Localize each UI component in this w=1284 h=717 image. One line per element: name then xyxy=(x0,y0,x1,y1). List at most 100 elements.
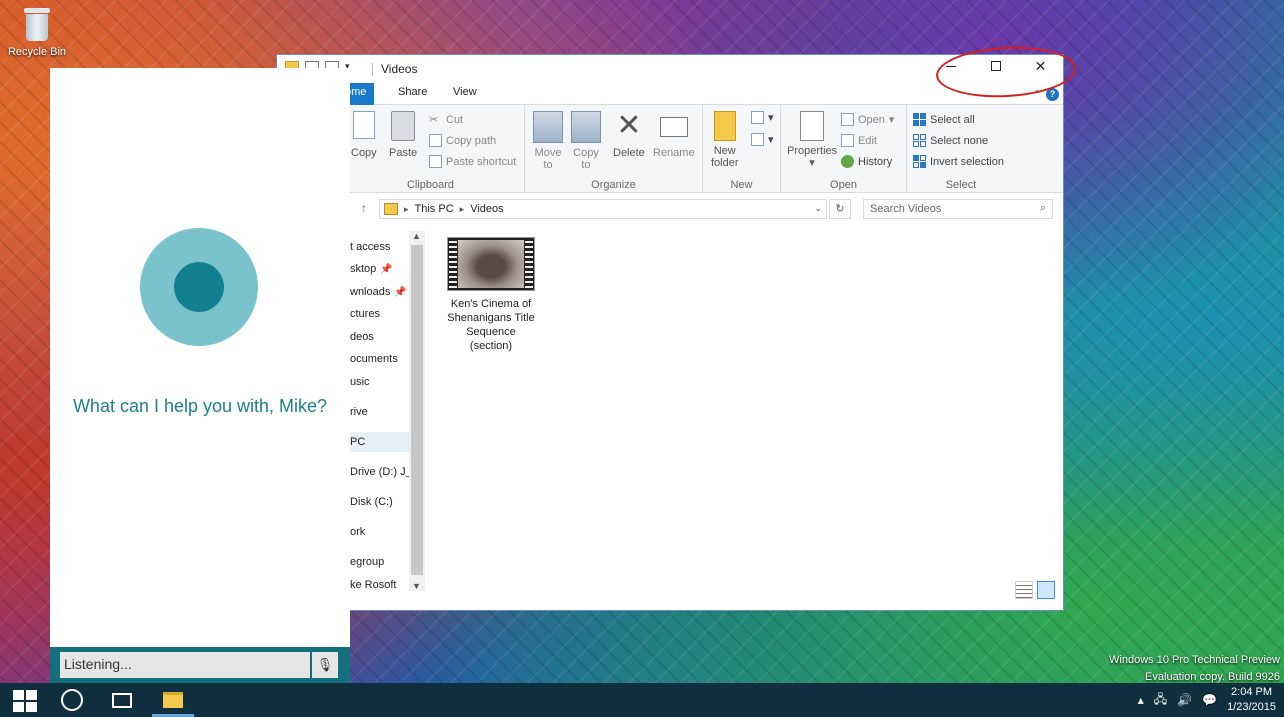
file-explorer-taskbar-icon[interactable] xyxy=(163,692,183,708)
invert-selection-icon xyxy=(913,155,926,168)
new-item-icon xyxy=(751,111,764,124)
edit-button[interactable]: Edit xyxy=(841,134,877,147)
pin-icon: 📌 xyxy=(394,287,407,298)
address-bar[interactable]: ▸ This PC ▸ Videos ⌄ xyxy=(379,199,827,219)
nav-documents[interactable]: ocuments xyxy=(350,353,398,365)
view-toggles xyxy=(1015,581,1055,599)
file-item[interactable]: Ken's Cinema of Shenanigans Title Sequen… xyxy=(443,237,539,353)
paste-shortcut-button[interactable]: Paste shortcut xyxy=(429,155,516,168)
delete-x-icon: ✕ xyxy=(616,109,642,142)
search-input[interactable]: Search Videos ⌕ xyxy=(863,199,1053,219)
copy-to-label-1: Copy xyxy=(573,147,599,159)
file-name-line: Shenanigans Title xyxy=(447,312,535,324)
notifications-icon[interactable]: 💬 xyxy=(1202,693,1217,707)
nav-user[interactable]: ke Rosoft xyxy=(350,579,396,591)
nav-scrollbar[interactable]: ▲ ▼ xyxy=(409,231,425,591)
recycle-bin[interactable]: Recycle Bin xyxy=(6,4,68,58)
select-all-button[interactable]: Select all xyxy=(913,113,975,126)
nav-desktop[interactable]: sktop 📌 xyxy=(350,263,393,275)
network-icon[interactable]: 🖧 xyxy=(1154,690,1167,711)
refresh-button[interactable]: ↻ xyxy=(829,199,851,219)
nav-pictures[interactable]: ctures xyxy=(350,308,380,320)
move-to-button[interactable]: Move to xyxy=(533,111,563,171)
invert-selection-button[interactable]: Invert selection xyxy=(913,155,1004,168)
breadcrumb-chevron-icon[interactable]: ▸ xyxy=(460,204,465,215)
history-label: History xyxy=(858,155,893,168)
address-dropdown-icon[interactable]: ⌄ xyxy=(814,203,822,214)
task-view-icon[interactable] xyxy=(112,693,132,708)
open-label: Open xyxy=(858,113,885,126)
cortana-input[interactable]: Listening... xyxy=(60,652,310,678)
tab-share[interactable]: Share xyxy=(398,86,427,98)
new-folder-label-2: folder xyxy=(711,157,739,169)
up-arrow-icon[interactable]: ↑ xyxy=(361,201,367,215)
paste-button[interactable]: Paste xyxy=(389,111,417,159)
cut-button[interactable]: ✂ Cut xyxy=(429,113,464,127)
new-group-label: New xyxy=(730,179,753,191)
clock[interactable]: 2:04 PM 1/23/2015 xyxy=(1227,685,1276,715)
details-view-icon[interactable] xyxy=(1015,581,1033,599)
large-icons-view-icon[interactable] xyxy=(1037,581,1055,599)
cortana-orb xyxy=(140,228,258,346)
scroll-up-icon[interactable]: ▲ xyxy=(412,231,421,241)
easy-access-icon xyxy=(751,133,764,146)
organize-group-label: Organize xyxy=(591,179,636,191)
cut-label: Cut xyxy=(446,113,464,126)
rename-button[interactable]: Rename xyxy=(653,111,695,159)
nav-quick-access[interactable]: t access xyxy=(350,241,390,253)
new-folder-label-1: New xyxy=(713,145,736,157)
dropdown-icon: ▾ xyxy=(768,134,774,146)
file-name-line: Sequence xyxy=(466,326,516,338)
new-group: New folder ▾ ▾ New xyxy=(703,105,781,193)
move-to-label-2: to xyxy=(543,159,553,171)
ribbon: Copy Paste ✂ Cut Copy path Paste shortcut… xyxy=(277,105,1063,193)
copy-label: Copy xyxy=(351,147,377,159)
copy-path-button[interactable]: Copy path xyxy=(429,134,496,147)
file-list: Ken's Cinema of Shenanigans Title Sequen… xyxy=(429,231,1059,601)
select-group-label: Select xyxy=(945,179,977,191)
scroll-thumb[interactable] xyxy=(411,245,423,575)
select-none-button[interactable]: Select none xyxy=(913,134,988,147)
edit-icon xyxy=(841,134,854,147)
recycle-bin-label: Recycle Bin xyxy=(7,46,67,58)
copy-button[interactable]: Copy xyxy=(351,111,377,159)
history-button[interactable]: History xyxy=(841,155,892,168)
breadcrumb-this-pc[interactable]: This PC xyxy=(415,203,454,215)
copy-to-button[interactable]: Copy to xyxy=(571,111,601,171)
file-explorer-window: ▾ Videos ✕ ome Share View ^ ? Copy Paste xyxy=(276,54,1064,611)
breadcrumb-videos[interactable]: Videos xyxy=(470,203,503,215)
microphone-icon[interactable]: 🎙 xyxy=(312,652,338,678)
open-icon xyxy=(841,113,854,126)
open-button[interactable]: Open ▾ xyxy=(841,113,894,126)
new-folder-icon xyxy=(713,111,736,141)
scroll-down-icon[interactable]: ▼ xyxy=(412,581,421,591)
nav-network[interactable]: ork xyxy=(350,526,365,538)
new-folder-button[interactable]: New folder xyxy=(711,111,739,169)
delete-label: Delete xyxy=(613,147,645,159)
nav-downloads[interactable]: wnloads 📌 xyxy=(350,286,407,298)
file-name-line: Ken's Cinema of xyxy=(450,298,532,310)
cortana-panel: What can I help you with, Mike? xyxy=(50,68,350,647)
cortana-search-icon[interactable] xyxy=(61,689,83,711)
dropdown-icon: ▾ xyxy=(888,114,895,126)
properties-button[interactable]: Properties ▾ xyxy=(787,111,837,169)
select-none-icon xyxy=(913,134,926,147)
show-hidden-icons-icon[interactable]: ▴ xyxy=(1138,693,1144,707)
this-pc-icon xyxy=(384,203,398,215)
delete-button[interactable]: ✕ Delete xyxy=(613,109,645,160)
nav-onedrive[interactable]: rive xyxy=(350,406,368,418)
nav-videos[interactable]: deos xyxy=(350,331,374,343)
select-group: Select all Select none Invert selection … xyxy=(907,105,1015,193)
nav-this-pc[interactable]: PC xyxy=(343,432,409,452)
easy-access-button[interactable]: ▾ xyxy=(751,133,774,146)
new-item-button[interactable]: ▾ xyxy=(751,111,774,124)
breadcrumb-chevron-icon[interactable]: ▸ xyxy=(404,204,409,215)
tab-view[interactable]: View xyxy=(453,86,477,98)
nav-music[interactable]: usic xyxy=(350,376,370,388)
volume-icon[interactable]: 🔊 xyxy=(1177,693,1192,707)
nav-local-disk[interactable]: Disk (C:) xyxy=(350,496,393,508)
nav-homegroup[interactable]: egroup xyxy=(350,556,384,568)
start-button[interactable] xyxy=(10,690,40,712)
dropdown-icon: ▾ xyxy=(809,157,815,169)
paste-icon xyxy=(391,111,416,141)
